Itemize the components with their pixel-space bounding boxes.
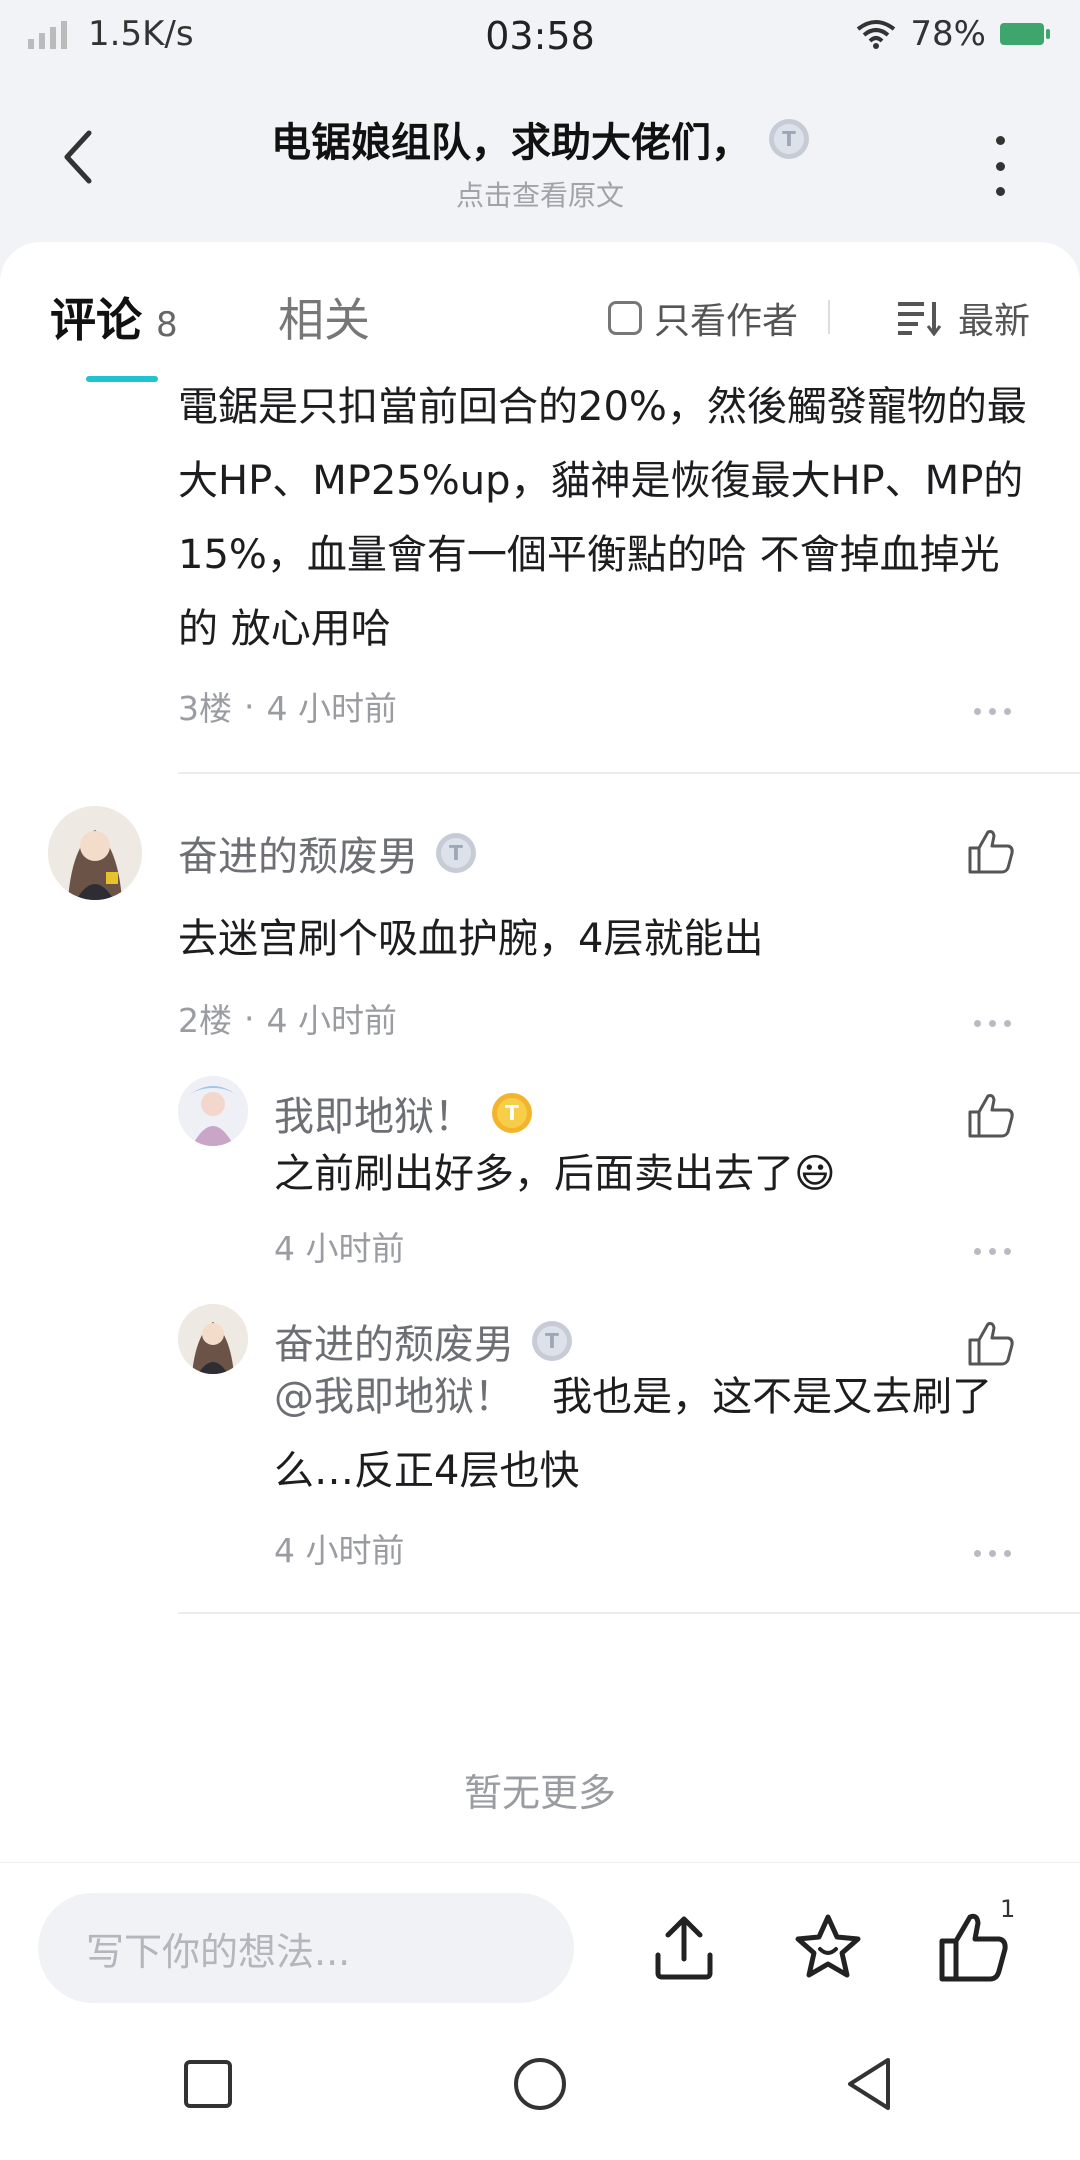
avatar[interactable] <box>178 1304 248 1374</box>
level-badge-icon: T <box>769 119 809 159</box>
star-icon[interactable] <box>790 1909 866 1985</box>
avatar[interactable] <box>48 806 142 900</box>
divider <box>178 1612 1080 1614</box>
divider <box>828 300 830 334</box>
reply-author[interactable]: 我即地狱！ T <box>274 1084 532 1142</box>
sort-icon <box>897 302 942 336</box>
username: 奋进的颓废男 <box>178 834 418 880</box>
tab-indicator <box>86 376 158 382</box>
status-bar: 1.5K/s 03:58 78% <box>0 0 1080 76</box>
level-badge-icon: T <box>436 833 476 873</box>
author-only-label: 只看作者 <box>653 301 798 342</box>
post-header: 电锯娘组队，求助大佬们， T 点击查看原文 <box>0 76 1080 242</box>
comment-more-icon[interactable] <box>974 1020 1011 1027</box>
thumbs-up-icon[interactable] <box>966 826 1016 876</box>
system-nav-bar <box>0 2008 1080 2160</box>
comments-card: 评论 8 相关 只看作者 最新 電鋸是只扣當前回合的20%，然後觸發寵物的最大H… <box>0 242 1080 1862</box>
share-icon[interactable] <box>648 1911 720 1983</box>
level-badge-icon: T <box>492 1093 532 1133</box>
tab-bar: 评论 8 相关 只看作者 最新 <box>50 284 1040 364</box>
comment-more-icon[interactable] <box>974 708 1011 715</box>
sort-label: 最新 <box>957 301 1030 342</box>
comment-author[interactable]: 奋进的颓废男 T <box>178 824 476 882</box>
thumbs-up-icon[interactable] <box>966 1090 1016 1140</box>
reply-time: 4 小时前 <box>274 1531 405 1570</box>
divider <box>178 772 1080 774</box>
tab-related[interactable]: 相关 <box>278 284 370 350</box>
tab-comments[interactable]: 评论 8 <box>50 284 178 350</box>
avatar-image <box>178 1076 248 1146</box>
comments-count: 8 <box>156 305 178 345</box>
post-title: 电锯娘组队，求助大佬们， <box>271 120 751 166</box>
checkbox-icon[interactable] <box>607 301 642 335</box>
reply-more-icon[interactable] <box>974 1550 1011 1557</box>
mention-link[interactable]: @我即地狱！ <box>274 1374 514 1420</box>
battery-icon <box>1000 23 1050 45</box>
wifi-icon <box>857 20 896 49</box>
comment-meta: 2楼 · 4 小时前 <box>178 994 397 1042</box>
reply-body: @我即地狱！ 我也是，这不是又去刷了么…反正4层也快 <box>274 1374 993 1494</box>
home-icon[interactable] <box>508 2052 572 2116</box>
avatar-image <box>48 806 142 900</box>
comment-input[interactable]: 写下你的想法... <box>38 1893 574 2003</box>
comment-meta: 3楼 · 4 小时前 <box>178 682 397 730</box>
floor-label: 3楼 <box>178 689 232 728</box>
view-original-link[interactable]: 点击查看原文 <box>160 174 920 214</box>
avatar-image <box>178 1304 248 1374</box>
smile-emoji-icon: 😃 <box>794 1151 836 1197</box>
comment-time: 4 小时前 <box>266 689 398 728</box>
floor-label: 2楼 <box>178 1001 232 1040</box>
recents-icon[interactable] <box>176 2052 240 2116</box>
chevron-left-icon <box>64 130 92 184</box>
comment-body: 去迷宫刷个吸血护腕，4层就能出 <box>178 916 764 962</box>
tab-comments-label: 评论 <box>50 293 142 347</box>
bottom-action-bar: 写下你的想法... 1 <box>0 1862 1080 2008</box>
username: 我即地狱！ <box>274 1094 474 1140</box>
more-options-icon[interactable] <box>990 136 1010 196</box>
avatar[interactable] <box>178 1076 248 1146</box>
sort-button[interactable]: 最新 <box>897 292 1030 344</box>
author-only-toggle[interactable]: 只看作者 <box>607 292 798 344</box>
reply-time: 4 小时前 <box>274 1229 405 1268</box>
comment-body: 電鋸是只扣當前回合的20%，然後觸發寵物的最大HP、MP25%up，貓神是恢復最… <box>178 384 1027 652</box>
reply-body: 之前刷出好多，后面卖出去了😃 <box>274 1151 836 1197</box>
like-count: 1 <box>1000 1895 1016 1923</box>
battery-level: 78% <box>910 14 986 54</box>
no-more-text: 暂无更多 <box>463 1771 616 1815</box>
comment-time: 4 小时前 <box>266 1001 398 1040</box>
back-triangle-icon[interactable] <box>838 2052 902 2116</box>
level-badge-icon: T <box>532 1321 572 1361</box>
reply-more-icon[interactable] <box>974 1248 1011 1255</box>
title-area[interactable]: 电锯娘组队，求助大佬们， T 点击查看原文 <box>160 110 920 214</box>
back-button[interactable] <box>48 122 108 192</box>
